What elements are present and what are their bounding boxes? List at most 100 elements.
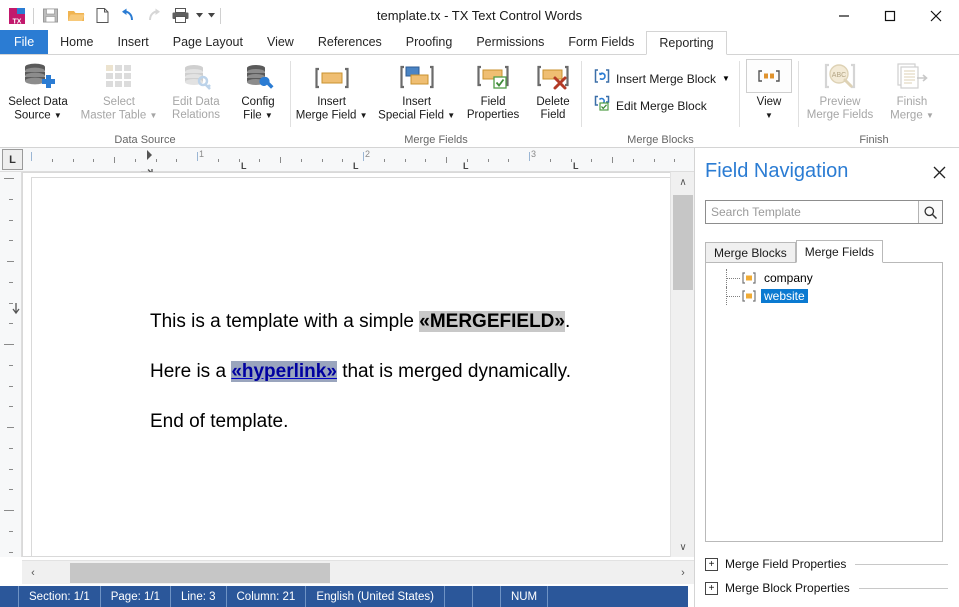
field-properties-line1: Field (480, 96, 506, 108)
vertical-ruler-tick (9, 489, 13, 491)
tree-item-company[interactable]: company (706, 269, 942, 287)
tab-insert[interactable]: Insert (106, 30, 161, 54)
minimize-button[interactable] (821, 0, 867, 31)
tab-references[interactable]: References (306, 30, 394, 54)
tab-file[interactable]: File (0, 30, 49, 54)
horizontal-ruler[interactable]: L 1 2 3 L L L L (0, 148, 694, 176)
first-line-indent-marker[interactable] (141, 163, 153, 176)
status-line[interactable]: Line: 3 (171, 586, 227, 607)
ruler-tab-stop[interactable]: L (353, 161, 359, 171)
close-button[interactable] (913, 0, 959, 31)
top-margin-marker[interactable] (12, 302, 20, 315)
config-file-button[interactable]: Config File ▼ (230, 59, 286, 123)
scroll-down-button[interactable]: ∨ (671, 537, 695, 557)
horizontal-scroll-thumb[interactable] (70, 563, 330, 583)
search-template-row[interactable] (705, 200, 943, 224)
select-master-table-caret-icon[interactable]: ▼ (149, 111, 157, 120)
paragraph-3[interactable]: End of template. (150, 410, 650, 434)
insert-merge-block-button[interactable]: Insert Merge Block ▼ (588, 65, 736, 92)
status-num-lock[interactable]: NUM (501, 586, 549, 607)
redo-icon[interactable] (141, 3, 167, 29)
finish-merge-button[interactable]: Finish Merge ▼ (881, 59, 943, 123)
select-data-source-caret-icon[interactable]: ▼ (54, 111, 62, 120)
hyperlink-field[interactable]: «hyperlink» (231, 361, 337, 382)
horizontal-scrollbar[interactable]: ‹ › (22, 560, 694, 584)
expand-merge-block-properties-icon[interactable]: + (705, 581, 718, 595)
undo-icon[interactable] (115, 3, 141, 29)
select-master-table-line1: Select (103, 96, 135, 108)
merge-field-properties-section[interactable]: + Merge Field Properties (705, 554, 948, 574)
tab-stop-selector-button[interactable]: L (2, 149, 23, 170)
finish-merge-caret-icon[interactable]: ▼ (926, 111, 934, 120)
app-logo-icon[interactable]: TX (4, 3, 30, 29)
ruler-tab-stop[interactable]: L (241, 161, 247, 171)
field-properties-button[interactable]: Field Properties (461, 59, 525, 122)
ruler-tab-stop[interactable]: L (573, 161, 579, 171)
status-slot-6[interactable] (445, 586, 473, 607)
scroll-up-button[interactable]: ∧ (671, 172, 695, 192)
status-page[interactable]: Page: 1/1 (101, 586, 171, 607)
preview-merge-fields-button[interactable]: ABC Preview Merge Fields (799, 59, 881, 122)
edit-data-relations-button[interactable]: Edit Data Relations (162, 59, 230, 122)
select-data-source-button[interactable]: Select Data Source ▼ (0, 59, 76, 123)
scroll-right-button[interactable]: › (672, 562, 694, 584)
paragraph-2[interactable]: Here is a «hyperlink» that is merged dyn… (150, 360, 650, 384)
document-page[interactable]: This is a template with a simple «MERGEF… (31, 177, 671, 556)
expand-merge-field-properties-icon[interactable]: + (705, 557, 718, 571)
status-section[interactable]: Section: 1/1 (18, 586, 101, 607)
tab-permissions[interactable]: Permissions (464, 30, 556, 54)
tab-view[interactable]: View (255, 30, 306, 54)
insert-special-field-button[interactable]: Insert Special Field ▼ (372, 59, 461, 123)
view-button-caret-icon[interactable]: ▼ (765, 111, 773, 120)
insert-merge-field-caret-icon[interactable]: ▼ (360, 111, 368, 120)
vertical-scrollbar[interactable]: ∧ ∨ (670, 172, 695, 557)
document-text[interactable]: This is a template with a simple «MERGEF… (150, 310, 650, 460)
status-language[interactable]: English (United States) (306, 586, 445, 607)
view-button[interactable]: View ▼ (741, 59, 797, 123)
ruler-tick (72, 158, 74, 162)
edit-data-relations-line1: Edit Data (172, 96, 220, 108)
print-dropdown-caret-icon[interactable] (193, 3, 205, 29)
maximize-button[interactable] (867, 0, 913, 31)
edit-merge-block-button[interactable]: Edit Merge Block (588, 92, 736, 119)
save-icon[interactable] (37, 3, 63, 29)
scroll-left-button[interactable]: ‹ (22, 562, 44, 584)
search-input[interactable] (706, 201, 918, 223)
tree-item-website[interactable]: website (706, 287, 942, 305)
mergefield-placeholder[interactable]: «MERGEFIELD» (419, 311, 565, 332)
tab-form-fields[interactable]: Form Fields (556, 30, 646, 54)
ruler-tab-stop[interactable]: L (463, 161, 469, 171)
ruler-tick (446, 156, 447, 163)
tab-home[interactable]: Home (48, 30, 105, 54)
status-column[interactable]: Column: 21 (227, 586, 307, 607)
tab-proofing[interactable]: Proofing (394, 30, 465, 54)
insert-merge-block-caret-icon[interactable]: ▼ (722, 74, 730, 83)
merge-fields-tree[interactable]: company website (705, 262, 943, 542)
new-document-icon[interactable] (89, 3, 115, 29)
left-indent-marker[interactable] (147, 149, 152, 160)
status-slot-7[interactable] (473, 586, 501, 607)
ruler-track[interactable]: 1 2 3 L L L L (23, 148, 694, 176)
qat-customize-caret-icon[interactable] (205, 3, 217, 29)
select-master-table-button[interactable]: Select Master Table ▼ (76, 59, 162, 123)
config-file-caret-icon[interactable]: ▼ (265, 111, 273, 120)
print-icon[interactable] (167, 3, 193, 29)
insert-merge-field-button[interactable]: Insert Merge Field ▼ (291, 59, 372, 123)
tab-page-layout[interactable]: Page Layout (161, 30, 255, 54)
document-area[interactable]: This is a template with a simple «MERGEF… (22, 172, 694, 557)
paragraph-1[interactable]: This is a template with a simple «MERGEF… (150, 310, 650, 334)
tab-merge-fields[interactable]: Merge Fields (795, 240, 884, 263)
tab-reporting[interactable]: Reporting (646, 31, 727, 55)
vertical-scroll-thumb[interactable] (673, 195, 693, 290)
open-folder-icon[interactable] (63, 3, 89, 29)
merge-block-properties-section[interactable]: + Merge Block Properties (705, 578, 948, 598)
tab-merge-blocks[interactable]: Merge Blocks (705, 242, 796, 263)
field-navigation-close-button[interactable] (929, 162, 949, 182)
vertical-ruler[interactable] (0, 172, 22, 557)
vertical-ruler-tick (7, 427, 14, 428)
vertical-ruler-tick (9, 385, 13, 387)
insert-special-field-caret-icon[interactable]: ▼ (447, 111, 455, 120)
search-icon[interactable] (918, 201, 942, 223)
delete-field-button[interactable]: Delete Field (525, 59, 581, 122)
ruler-tick (425, 158, 427, 162)
